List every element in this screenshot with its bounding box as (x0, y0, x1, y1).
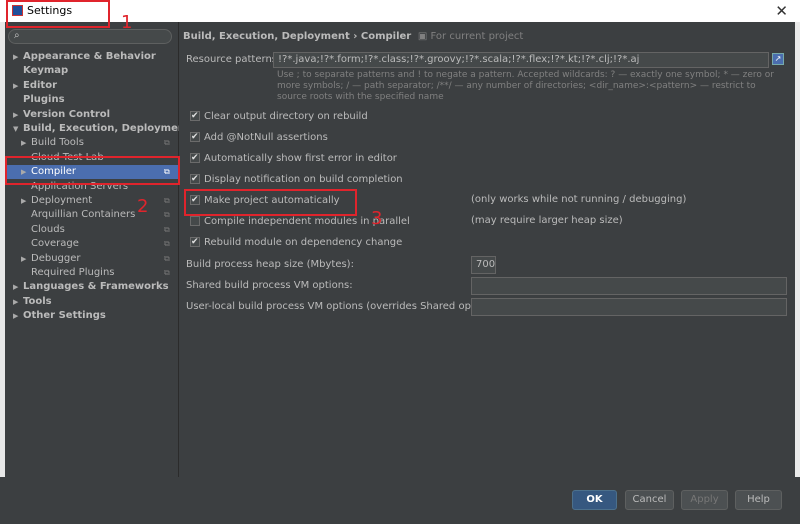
project-scope-hint: ▣ For current project (414, 31, 524, 42)
checkbox[interactable]: ✔ (190, 237, 200, 247)
dialog-footer (0, 477, 800, 524)
project-settings-icon: ⧉ (164, 268, 170, 277)
expand-field-icon[interactable]: ↗ (772, 53, 784, 65)
sidebar-item-label: Arquillian Containers (31, 209, 136, 221)
resource-patterns-label: Resource patterns: (186, 54, 281, 65)
sidebar-item-label: Editor (23, 79, 57, 91)
sidebar-item-label: Build, Execution, Deployment (23, 123, 190, 134)
sidebar-item-label: Keymap (23, 65, 69, 77)
checkmark-icon: ✔ (191, 111, 199, 121)
user-vm-options-input[interactable] (471, 298, 787, 316)
sidebar-item-build-execution-deployment[interactable]: ▼ Build, Execution, Deployment (5, 122, 190, 136)
sidebar-item-appearance-behavior[interactable]: ▶ Appearance & Behavior (5, 50, 178, 64)
sidebar-item-label: Debugger (31, 252, 81, 264)
annotation-box-compiler (5, 156, 180, 185)
checkbox-label: Rebuild module on dependency change (204, 237, 403, 248)
checkbox[interactable]: ✔ (190, 132, 200, 142)
heap-size-label: Build process heap size (Mbytes): (186, 259, 354, 270)
sidebar-item-label: Appearance & Behavior (23, 51, 156, 62)
resource-patterns-hint: Use ; to separate patterns and ! to nega… (277, 70, 775, 102)
sidebar-item-label: Build Tools (31, 137, 84, 149)
checkmark-icon: ✔ (191, 153, 199, 163)
sidebar-item-label: Plugins (23, 94, 65, 106)
sidebar-item-required-plugins[interactable]: Required Plugins ⧉ (5, 266, 178, 280)
checkbox[interactable]: ✔ (190, 174, 200, 184)
collapsed-arrow-icon[interactable]: ▶ (13, 295, 18, 309)
collapsed-arrow-icon[interactable]: ▶ (21, 194, 26, 208)
shared-vm-options-label: Shared build process VM options: (186, 280, 353, 291)
background-window-strip-right (795, 22, 800, 524)
help-button[interactable]: Help (735, 490, 782, 510)
checkbox[interactable] (190, 216, 200, 226)
sidebar-item-label: Languages & Frameworks (23, 281, 169, 293)
settings-search-input[interactable]: ⌕ (8, 29, 172, 44)
apply-button[interactable]: Apply (681, 490, 728, 510)
sidebar-item-label: Required Plugins (31, 267, 115, 278)
shared-vm-options-input[interactable] (471, 277, 787, 295)
sidebar-item-label: Coverage (31, 238, 79, 250)
project-settings-icon: ⧉ (164, 196, 170, 205)
collapsed-arrow-icon[interactable]: ▶ (13, 79, 18, 93)
search-icon: ⌕ (14, 30, 20, 41)
sidebar-item-tools[interactable]: ▶ Tools (5, 295, 178, 309)
option-note: (only works while not running / debuggin… (471, 194, 687, 205)
breadcrumb: Build, Execution, Deployment › Compiler … (183, 31, 523, 42)
annotation-box-title (6, 0, 110, 28)
checkmark-icon: ✔ (191, 132, 199, 142)
sidebar-item-other-settings[interactable]: ▶ Other Settings (5, 309, 178, 323)
collapsed-arrow-icon[interactable]: ▶ (21, 252, 26, 266)
project-settings-icon: ⧉ (164, 239, 170, 249)
project-settings-icon: ⧉ (164, 253, 170, 263)
sidebar-item-languages-frameworks[interactable]: ▶ Languages & Frameworks (5, 280, 178, 294)
project-scope-label: For current project (430, 31, 524, 42)
checkmark-icon: ✔ (191, 174, 199, 184)
annotation-box-make-project (184, 189, 357, 216)
sidebar-item-label: Tools (23, 295, 52, 307)
annotation-number-3: 3 (371, 208, 383, 229)
project-settings-icon: ⧉ (164, 138, 170, 148)
ok-button[interactable]: OK (572, 490, 617, 510)
collapsed-arrow-icon[interactable]: ▶ (13, 50, 18, 64)
checkbox-label: Clear output directory on rebuild (204, 111, 368, 122)
cancel-button[interactable]: Cancel (625, 490, 674, 510)
sidebar-item-label: Clouds (31, 223, 65, 235)
collapsed-arrow-icon[interactable]: ▶ (13, 280, 18, 294)
checkbox-label: Automatically show first error in editor (204, 153, 397, 164)
sidebar-item-version-control[interactable]: ▶ Version Control (5, 108, 178, 122)
sidebar-item-debugger[interactable]: ▶ Debugger ⧉ (5, 252, 178, 266)
option-note: (may require larger heap size) (471, 215, 623, 226)
heap-size-input[interactable]: 700 (471, 256, 496, 274)
sidebar-item-coverage[interactable]: Coverage ⧉ (5, 237, 178, 251)
annotation-number-1: 1 (121, 12, 133, 33)
collapsed-arrow-icon[interactable]: ▶ (13, 309, 18, 323)
checkbox-label: Add @NotNull assertions (204, 132, 328, 143)
close-icon[interactable]: ✕ (775, 2, 788, 20)
sidebar-item-label: Other Settings (23, 310, 106, 322)
checkbox-label: Display notification on build completion (204, 174, 403, 185)
expanded-arrow-icon[interactable]: ▼ (13, 122, 18, 136)
project-settings-icon: ⧉ (164, 224, 170, 234)
annotation-number-2: 2 (137, 196, 149, 217)
project-settings-icon: ⧉ (164, 210, 170, 220)
sidebar-item-plugins[interactable]: Plugins (5, 93, 178, 107)
sidebar-item-clouds[interactable]: Clouds ⧉ (5, 223, 178, 237)
breadcrumb-path: Build, Execution, Deployment › Compiler (183, 31, 412, 42)
sidebar-item-deployment[interactable]: ▶ Deployment ⧉ (5, 194, 178, 208)
checkbox[interactable]: ✔ (190, 153, 200, 163)
title-bar: Settings ✕ (0, 0, 800, 22)
sidebar-item-arquillian-containers[interactable]: Arquillian Containers ⧉ (5, 208, 178, 222)
sidebar-item-build-tools[interactable]: ▶ Build Tools ⧉ (5, 136, 178, 150)
checkbox[interactable]: ✔ (190, 111, 200, 121)
sidebar-item-editor[interactable]: ▶ Editor (5, 79, 178, 93)
collapsed-arrow-icon[interactable]: ▶ (21, 136, 26, 150)
collapsed-arrow-icon[interactable]: ▶ (13, 108, 18, 122)
sidebar-item-label: Version Control (23, 108, 111, 120)
resource-patterns-input[interactable]: !?*.java;!?*.form;!?*.class;!?*.groovy;!… (273, 52, 769, 68)
sidebar-item-keymap[interactable]: Keymap (5, 64, 178, 78)
sidebar-item-label: Deployment (31, 195, 93, 206)
checkmark-icon: ✔ (191, 237, 199, 247)
user-vm-options-label: User-local build process VM options (ove… (186, 301, 503, 312)
